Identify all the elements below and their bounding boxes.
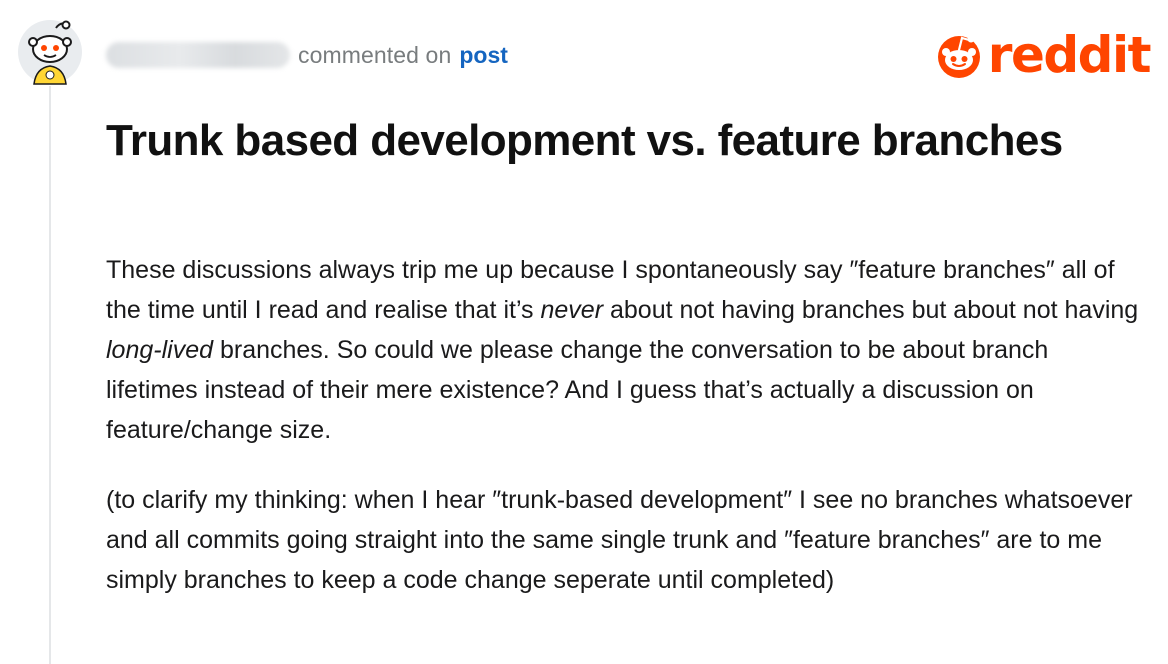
comment-paragraph-2: (to clarify my thinking: when I hear ″tr…	[106, 486, 1133, 594]
reddit-snoo-icon	[937, 35, 980, 78]
commented-on-label: commented on	[298, 41, 452, 68]
paragraph-text: about not having branches but about not …	[603, 296, 1139, 324]
emphasis-text: never	[540, 296, 604, 324]
comment-body: These discussions always trip me up beca…	[106, 250, 1146, 630]
avatar[interactable]	[16, 18, 84, 86]
paragraph-text: branches. So could we please change the …	[106, 336, 1049, 444]
comment-paragraph-1: These discussions always trip me up beca…	[106, 250, 1146, 450]
comment-header: commented on post	[106, 38, 508, 72]
post-title[interactable]: Trunk based development vs. feature bran…	[106, 112, 1066, 169]
username-redacted[interactable]	[106, 42, 290, 68]
post-link[interactable]: post	[459, 42, 508, 69]
emphasis-text: long-lived	[106, 336, 214, 364]
reddit-logo[interactable]: reddit	[934, 26, 1152, 84]
thread-line	[49, 86, 51, 664]
reddit-wordmark: reddit	[987, 26, 1152, 84]
snoo-avatar-icon	[18, 20, 82, 85]
